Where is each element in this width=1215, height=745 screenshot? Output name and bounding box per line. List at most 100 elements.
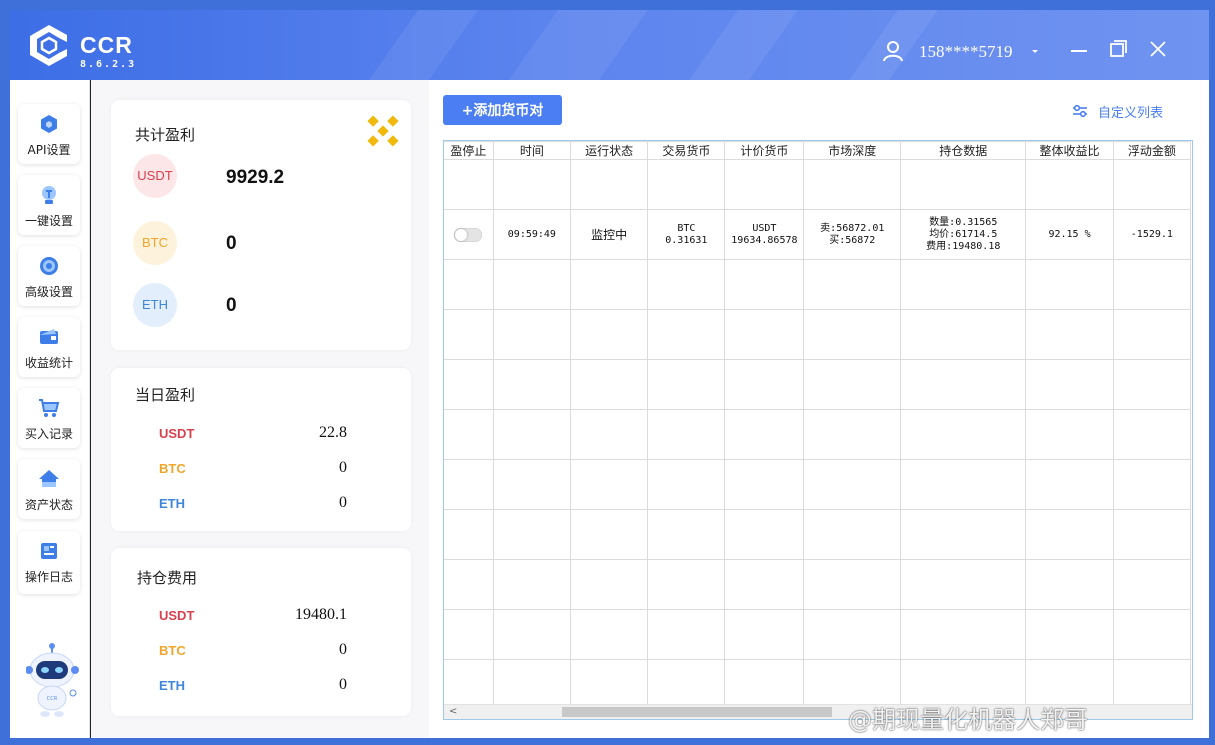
quote-coin-cell: USDT 19634.86578 <box>724 209 805 260</box>
quote-amount: 19634.86578 <box>731 234 798 246</box>
close-icon[interactable] <box>1147 38 1169 60</box>
ratio-cell: 92.15 % <box>1025 209 1114 260</box>
custom-list-label: 自定义列表 <box>1098 106 1164 121</box>
sidebar-item-api-settings[interactable]: API设置 <box>18 104 80 164</box>
column-header[interactable]: 浮动金额 <box>1112 141 1192 160</box>
sidebar-item-label: 操作日志 <box>24 570 73 584</box>
api-cube-icon <box>41 115 57 133</box>
trade-amount: 0.31631 <box>665 234 708 246</box>
watermark: @期现量化机器人郑哥 <box>848 706 1088 734</box>
table-row <box>444 609 1192 660</box>
window-frame-top <box>0 0 1215 10</box>
depth-cell: 卖:56872.01 买:56872 <box>803 209 902 260</box>
sidebar: API设置 一键设置 高级设置 收益统计 买入记录 资产状态 操作日志 CCR <box>10 80 90 738</box>
wallet-card-icon <box>40 329 58 344</box>
fee-usdt-label: USDT <box>159 608 195 623</box>
column-header[interactable]: 计价货币 <box>724 141 805 160</box>
sidebar-item-label: 资产状态 <box>24 498 73 512</box>
table-row <box>444 159 1192 210</box>
table-row[interactable]: 09:59:49 监控中 BTC 0.31631 USDT 19634.8657… <box>444 209 1192 260</box>
sidebar-item-label: 买入记录 <box>24 427 73 441</box>
ccr-logo-icon <box>30 25 67 66</box>
maximize-icon[interactable] <box>1107 38 1129 60</box>
add-currency-pair-button[interactable]: +添加货币对 <box>443 95 562 125</box>
total-eth-value: 0 <box>226 295 237 316</box>
daily-btc-value: 0 <box>339 459 347 476</box>
table-header-row: 盈停止 时间 运行状态 交易货币 计价货币 市场深度 持仓数据 整体收益比 浮动… <box>444 141 1192 160</box>
daily-eth-value: 0 <box>339 494 347 511</box>
position-avg: 均价:61714.5 <box>929 228 998 240</box>
float-cell: -1529.1 <box>1112 209 1192 260</box>
scroll-left-icon[interactable]: < <box>449 705 457 719</box>
minimize-icon[interactable] <box>1068 38 1090 60</box>
gear-icon <box>40 257 58 275</box>
sidebar-item-one-click-settings[interactable]: 一键设置 <box>18 175 80 235</box>
table-row <box>444 509 1192 560</box>
table-row <box>444 309 1192 360</box>
pairs-grid: 盈停止 时间 运行状态 交易货币 计价货币 市场深度 持仓数据 整体收益比 浮动… <box>444 141 1192 710</box>
fee-eth-label: ETH <box>159 678 185 693</box>
sliders-icon <box>1073 104 1087 118</box>
column-header[interactable]: 持仓数据 <box>900 141 1027 160</box>
table-row <box>444 409 1192 460</box>
column-header[interactable]: 盈停止 <box>444 141 494 160</box>
btc-coin-badge: BTC <box>133 221 177 265</box>
column-header[interactable]: 市场深度 <box>803 141 902 160</box>
log-icon <box>41 543 57 559</box>
fee-btc-label: BTC <box>159 643 186 658</box>
time-cell: 09:59:49 <box>492 209 572 260</box>
table-row <box>444 559 1192 610</box>
stats-panel: 共计盈利 USDT 9929.2 BTC 0 ETH 0 当日盈利 USDT 2… <box>90 80 430 738</box>
eth-coin-badge: ETH <box>133 283 177 327</box>
user-phone[interactable]: 158****5719 <box>919 42 1013 62</box>
total-btc-value: 0 <box>226 233 237 254</box>
sidebar-item-advanced-settings[interactable]: 高级设置 <box>18 246 80 306</box>
card-title: 共计盈利 <box>135 126 196 144</box>
sidebar-item-label: 高级设置 <box>24 285 73 299</box>
app-version: 8.6.2.3 <box>80 59 137 70</box>
stop-toggle-cell <box>444 209 494 260</box>
fee-btc-value: 0 <box>339 641 347 658</box>
sidebar-item-operation-log[interactable]: 操作日志 <box>18 531 80 594</box>
sidebar-item-buy-records[interactable]: 买入记录 <box>18 388 80 448</box>
sidebar-item-label: 一键设置 <box>24 214 73 228</box>
column-header[interactable]: 运行状态 <box>569 141 649 160</box>
pairs-table: 盈停止 时间 运行状态 交易货币 计价货币 市场深度 持仓数据 整体收益比 浮动… <box>443 140 1193 720</box>
daily-eth-label: ETH <box>159 496 185 511</box>
position-qty: 数量:0.31565 <box>929 216 998 228</box>
holding-fee-card: 持仓费用 USDT 19480.1 BTC 0 ETH 0 <box>111 548 411 716</box>
column-header[interactable]: 时间 <box>492 141 572 160</box>
column-header[interactable]: 交易货币 <box>647 141 726 160</box>
app-title: CCR <box>80 32 133 58</box>
depth-sell: 卖:56872.01 <box>820 222 885 234</box>
window-frame-bottom <box>0 738 1215 745</box>
chevron-down-icon[interactable] <box>1028 44 1042 58</box>
home-icon <box>39 470 59 487</box>
window-frame-left <box>0 0 10 745</box>
table-row <box>444 359 1192 410</box>
total-usdt-value: 9929.2 <box>226 167 285 188</box>
daily-btc-label: BTC <box>159 461 186 476</box>
depth-buy: 买:56872 <box>829 234 876 246</box>
cart-icon <box>39 399 60 417</box>
svg-text:CCR: CCR <box>47 696 58 702</box>
quote-coin: USDT <box>752 222 777 234</box>
sidebar-item-asset-status[interactable]: 资产状态 <box>18 459 80 519</box>
fee-usdt-value: 19480.1 <box>295 606 347 623</box>
stop-toggle[interactable] <box>454 227 483 242</box>
table-row <box>444 459 1192 510</box>
title-bar: CCR 8.6.2.3 158****5719 <box>10 10 1209 80</box>
daily-usdt-label: USDT <box>159 426 195 441</box>
sidebar-item-profit-stats[interactable]: 收益统计 <box>18 317 80 377</box>
card-title: 持仓费用 <box>137 569 198 587</box>
robot-mascot-icon: CCR <box>26 643 79 717</box>
sidebar-item-label: 收益统计 <box>24 356 73 370</box>
scrollbar-thumb[interactable] <box>562 707 832 717</box>
total-profit-card: 共计盈利 USDT 9929.2 BTC 0 ETH 0 <box>111 100 411 350</box>
fee-eth-value: 0 <box>339 676 347 693</box>
user-icon[interactable] <box>883 40 903 62</box>
trade-coin-cell: BTC 0.31631 <box>647 209 726 260</box>
window-frame-right <box>1209 0 1215 745</box>
binance-logo-icon <box>367 115 399 147</box>
column-header[interactable]: 整体收益比 <box>1025 141 1114 160</box>
